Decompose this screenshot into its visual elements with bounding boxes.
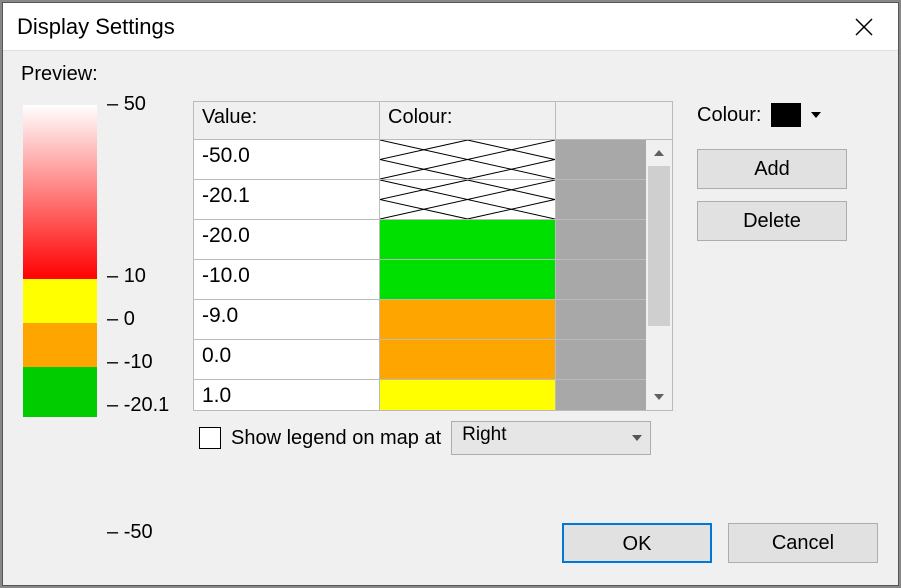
header-blank — [556, 102, 672, 140]
table-header: Value: Colour: — [194, 102, 672, 140]
value-cell[interactable]: -9.0 — [194, 300, 380, 340]
table-row[interactable]: -20.1 — [194, 180, 646, 220]
scroll-down-icon[interactable] — [646, 384, 672, 410]
chevron-down-icon[interactable] — [811, 112, 821, 118]
dialog-window: Display Settings Preview: 50100-10-20.1-… — [2, 2, 899, 586]
table-row[interactable]: 1.0 — [194, 380, 646, 410]
no-colour-icon — [380, 180, 555, 219]
show-legend-checkbox[interactable] — [199, 427, 221, 449]
colour-chip[interactable] — [771, 103, 801, 127]
colour-cell[interactable] — [380, 140, 556, 180]
close-icon — [855, 18, 873, 36]
preview-tick: -20.1 — [107, 394, 169, 417]
colour-swatch — [380, 340, 555, 379]
value-cell[interactable]: -10.0 — [194, 260, 380, 300]
colour-swatch — [380, 260, 555, 299]
dialog-body: Preview: 50 10 0 -10 -20.1 -50 Value: Colour:… — [3, 51, 898, 585]
table-row[interactable]: -20.0 — [194, 220, 646, 260]
cancel-button[interactable]: Cancel — [728, 523, 878, 563]
preview-gradient-segment — [23, 323, 97, 367]
side-controls: Colour: Add Delete — [697, 103, 883, 253]
value-cell[interactable]: -20.1 — [194, 180, 380, 220]
show-legend-label: Show legend on map at — [231, 427, 441, 450]
table-row[interactable]: -10.0 — [194, 260, 646, 300]
preview-tick: 0 — [107, 308, 135, 331]
row-blank — [556, 260, 646, 300]
value-cell[interactable]: -20.0 — [194, 220, 380, 260]
no-colour-icon — [380, 140, 555, 179]
scroll-up-icon[interactable] — [646, 140, 672, 166]
table-body[interactable]: -50.0-20.1-20.0-10.0-9.00.01.0 — [194, 140, 646, 410]
close-button[interactable] — [844, 7, 884, 47]
colour-table: Value: Colour: -50.0-20.1-20.0-10.0-9.00… — [193, 101, 673, 411]
legend-position-select[interactable]: Right — [451, 421, 651, 455]
colour-cell[interactable] — [380, 180, 556, 220]
titlebar: Display Settings — [3, 3, 898, 51]
preview-gradient-segment — [23, 279, 97, 323]
ok-button[interactable]: OK — [562, 523, 712, 563]
preview-label: Preview: — [21, 63, 880, 86]
legend-row: Show legend on map at Right — [199, 421, 651, 455]
header-value: Value: — [194, 102, 380, 140]
colour-cell[interactable] — [380, 260, 556, 300]
preview-gradient-segment — [23, 367, 97, 417]
row-blank — [556, 220, 646, 260]
colour-label: Colour: — [697, 104, 761, 127]
legend-position-value: Right — [462, 424, 506, 445]
preview-tick: 50 — [107, 93, 146, 116]
preview-tick: -10 — [107, 351, 153, 374]
scrollbar[interactable] — [646, 140, 672, 410]
preview-column: 50100-10-20.1-50 — [21, 101, 191, 571]
value-cell[interactable]: -50.0 — [194, 140, 380, 180]
colour-cell[interactable] — [380, 380, 556, 410]
row-blank — [556, 300, 646, 340]
preview-gradient-segment — [23, 105, 97, 279]
table-row[interactable]: -50.0 — [194, 140, 646, 180]
colour-cell[interactable] — [380, 300, 556, 340]
row-blank — [556, 180, 646, 220]
window-title: Display Settings — [17, 14, 844, 40]
header-colour: Colour: — [380, 102, 556, 140]
add-button[interactable]: Add — [697, 149, 847, 189]
chevron-down-icon — [632, 435, 642, 441]
table-row[interactable]: 0.0 — [194, 340, 646, 380]
value-cell[interactable]: 0.0 — [194, 340, 380, 380]
preview-tick: 10 — [107, 265, 146, 288]
dialog-buttons: OK Cancel — [562, 523, 878, 563]
colour-swatch — [380, 220, 555, 259]
table-body-wrap: -50.0-20.1-20.0-10.0-9.00.01.0 — [194, 140, 672, 410]
delete-button[interactable]: Delete — [697, 201, 847, 241]
colour-picker-row: Colour: — [697, 103, 883, 127]
colour-swatch — [380, 380, 555, 410]
table-row[interactable]: -9.0 — [194, 300, 646, 340]
row-blank — [556, 140, 646, 180]
scroll-thumb[interactable] — [648, 166, 670, 326]
colour-cell[interactable] — [380, 340, 556, 380]
colour-cell[interactable] — [380, 220, 556, 260]
value-cell[interactable]: 1.0 — [194, 380, 380, 410]
preview-tick: -50 — [107, 521, 153, 544]
row-blank — [556, 340, 646, 380]
colour-swatch — [380, 300, 555, 339]
row-blank — [556, 380, 646, 410]
